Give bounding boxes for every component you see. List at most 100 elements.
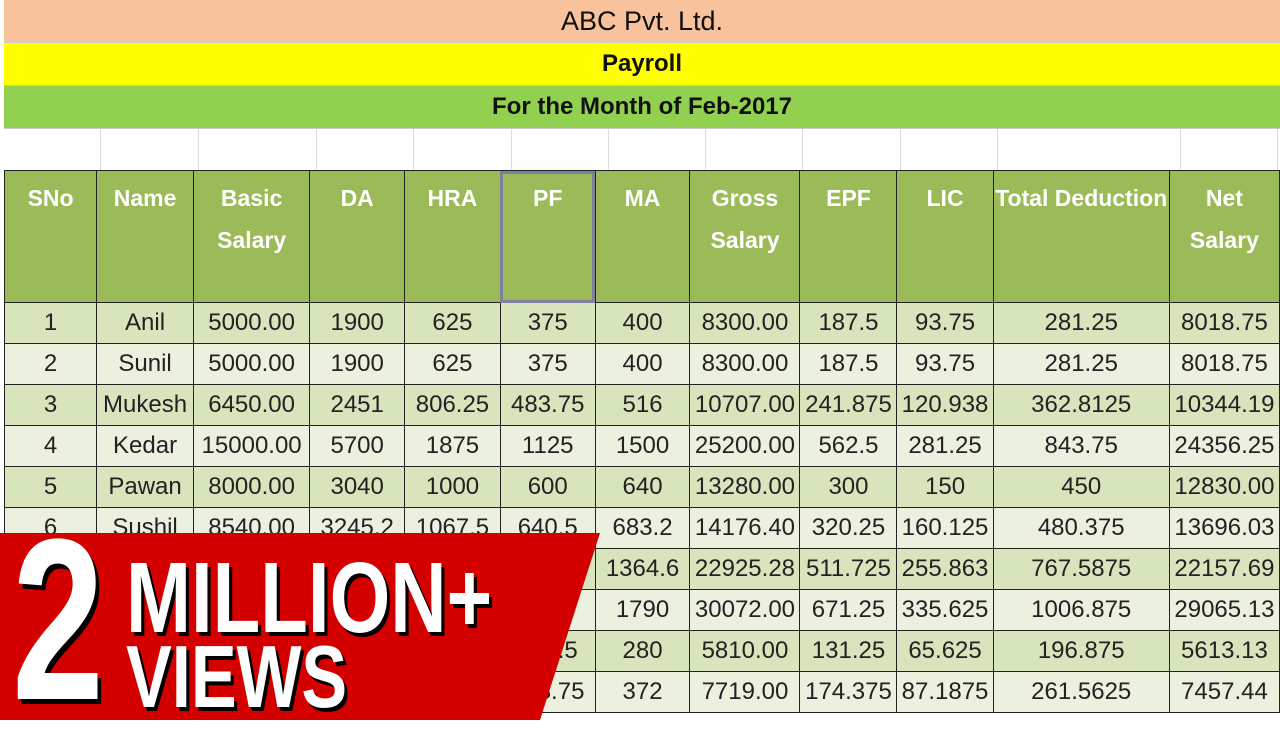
cell-pf[interactable]: 375 — [499, 343, 596, 385]
cell-ma[interactable]: 683.2 — [594, 507, 691, 549]
cell-basic-salary[interactable]: 5000.00 — [192, 302, 311, 344]
empty-cell[interactable] — [4, 129, 101, 170]
cell-hra[interactable]: 806.25 — [404, 384, 501, 426]
cell-da[interactable]: 1900 — [309, 302, 406, 344]
cell-ma[interactable]: 1364.6 — [594, 548, 691, 590]
cell-net-salary[interactable]: 22157.69 — [1168, 548, 1280, 590]
cell-name[interactable]: Sunil — [96, 343, 194, 385]
cell-total-deduction[interactable]: 480.375 — [992, 507, 1170, 549]
cell-net-salary[interactable]: 8018.75 — [1168, 343, 1280, 385]
cell-gross-salary[interactable]: 14176.40 — [689, 507, 801, 549]
cell-ma[interactable]: 400 — [594, 302, 691, 344]
column-header-name[interactable]: Name — [96, 170, 194, 303]
cell-sno[interactable]: 3 — [3, 384, 98, 426]
cell-epf[interactable]: 671.25 — [799, 589, 898, 631]
cell-gross-salary[interactable]: 10707.00 — [689, 384, 801, 426]
column-header-da[interactable]: DA — [309, 170, 406, 303]
cell-gross-salary[interactable]: 8300.00 — [689, 343, 801, 385]
cell-total-deduction[interactable]: 281.25 — [992, 343, 1170, 385]
cell-lic[interactable]: 87.1875 — [896, 671, 994, 713]
empty-cell[interactable] — [901, 129, 998, 170]
cell-ma[interactable]: 1790 — [594, 589, 691, 631]
cell-net-salary[interactable]: 8018.75 — [1168, 302, 1280, 344]
cell-gross-salary[interactable]: 8300.00 — [689, 302, 801, 344]
cell-net-salary[interactable]: 12830.00 — [1168, 466, 1280, 508]
title-cell[interactable]: Payroll — [4, 43, 1280, 86]
empty-row[interactable] — [4, 129, 1278, 170]
cell-da[interactable]: 5700 — [309, 425, 406, 467]
cell-gross-salary[interactable]: 25200.00 — [689, 425, 801, 467]
cell-ma[interactable]: 280 — [594, 630, 691, 672]
cell-lic[interactable]: 335.625 — [896, 589, 994, 631]
cell-sno[interactable]: 1 — [3, 302, 98, 344]
cell-total-deduction[interactable]: 450 — [992, 466, 1170, 508]
cell-epf[interactable]: 320.25 — [799, 507, 898, 549]
cell-hra[interactable]: 1875 — [404, 425, 501, 467]
cell-basic-salary[interactable]: 8000.00 — [192, 466, 311, 508]
cell-lic[interactable]: 281.25 — [896, 425, 994, 467]
cell-ma[interactable]: 372 — [594, 671, 691, 713]
cell-epf[interactable]: 562.5 — [799, 425, 898, 467]
cell-pf[interactable]: 483.75 — [499, 384, 596, 426]
cell-epf[interactable]: 187.5 — [799, 343, 898, 385]
column-header-sno[interactable]: SNo — [3, 170, 98, 303]
column-header-total-deduction[interactable]: Total Deduction — [992, 170, 1170, 303]
column-header-gross-salary[interactable]: Gross Salary — [689, 170, 801, 303]
cell-epf[interactable]: 187.5 — [799, 302, 898, 344]
cell-basic-salary[interactable]: 6450.00 — [192, 384, 311, 426]
cell-total-deduction[interactable]: 1006.875 — [992, 589, 1170, 631]
cell-gross-salary[interactable]: 13280.00 — [689, 466, 801, 508]
cell-total-deduction[interactable]: 261.5625 — [992, 671, 1170, 713]
cell-name[interactable]: Pawan — [96, 466, 194, 508]
empty-cell[interactable] — [706, 129, 803, 170]
cell-gross-salary[interactable]: 30072.00 — [689, 589, 801, 631]
cell-gross-salary[interactable]: 5810.00 — [689, 630, 801, 672]
column-header-hra[interactable]: HRA — [404, 170, 501, 303]
cell-sno[interactable]: 4 — [3, 425, 98, 467]
cell-lic[interactable]: 65.625 — [896, 630, 994, 672]
period-cell[interactable]: For the Month of Feb-2017 — [4, 86, 1280, 129]
column-header-net-salary[interactable]: Net Salary — [1168, 170, 1280, 303]
cell-sno[interactable]: 2 — [3, 343, 98, 385]
cell-lic[interactable]: 93.75 — [896, 302, 994, 344]
cell-lic[interactable]: 120.938 — [896, 384, 994, 426]
cell-hra[interactable]: 1000 — [404, 466, 501, 508]
cell-total-deduction[interactable]: 843.75 — [992, 425, 1170, 467]
cell-net-salary[interactable]: 7457.44 — [1168, 671, 1280, 713]
empty-cell[interactable] — [317, 129, 414, 170]
cell-basic-salary[interactable]: 15000.00 — [192, 425, 311, 467]
empty-cell[interactable] — [1181, 129, 1278, 170]
cell-epf[interactable]: 131.25 — [799, 630, 898, 672]
company-name-cell[interactable]: ABC Pvt. Ltd. — [4, 0, 1280, 43]
cell-name[interactable]: Mukesh — [96, 384, 194, 426]
empty-cell[interactable] — [199, 129, 317, 170]
cell-lic[interactable]: 160.125 — [896, 507, 994, 549]
cell-epf[interactable]: 511.725 — [799, 548, 898, 590]
cell-ma[interactable]: 516 — [594, 384, 691, 426]
cell-epf[interactable]: 300 — [799, 466, 898, 508]
cell-gross-salary[interactable]: 7719.00 — [689, 671, 801, 713]
cell-pf[interactable]: 600 — [499, 466, 596, 508]
cell-lic[interactable]: 255.863 — [896, 548, 994, 590]
cell-hra[interactable]: 625 — [404, 302, 501, 344]
empty-cell[interactable] — [512, 129, 609, 170]
cell-net-salary[interactable]: 29065.13 — [1168, 589, 1280, 631]
cell-gross-salary[interactable]: 22925.28 — [689, 548, 801, 590]
cell-pf[interactable]: 375 — [499, 302, 596, 344]
cell-ma[interactable]: 1500 — [594, 425, 691, 467]
empty-cell[interactable] — [998, 129, 1181, 170]
cell-lic[interactable]: 93.75 — [896, 343, 994, 385]
column-header-basic-salary[interactable]: Basic Salary — [192, 170, 311, 303]
cell-pf[interactable]: 1125 — [499, 425, 596, 467]
cell-total-deduction[interactable]: 196.875 — [992, 630, 1170, 672]
column-header-lic[interactable]: LIC — [896, 170, 994, 303]
cell-net-salary[interactable]: 5613.13 — [1168, 630, 1280, 672]
cell-total-deduction[interactable]: 281.25 — [992, 302, 1170, 344]
empty-cell[interactable] — [803, 129, 901, 170]
cell-total-deduction[interactable]: 362.8125 — [992, 384, 1170, 426]
cell-ma[interactable]: 640 — [594, 466, 691, 508]
cell-total-deduction[interactable]: 767.5875 — [992, 548, 1170, 590]
empty-cell[interactable] — [414, 129, 512, 170]
cell-epf[interactable]: 174.375 — [799, 671, 898, 713]
cell-hra[interactable]: 625 — [404, 343, 501, 385]
